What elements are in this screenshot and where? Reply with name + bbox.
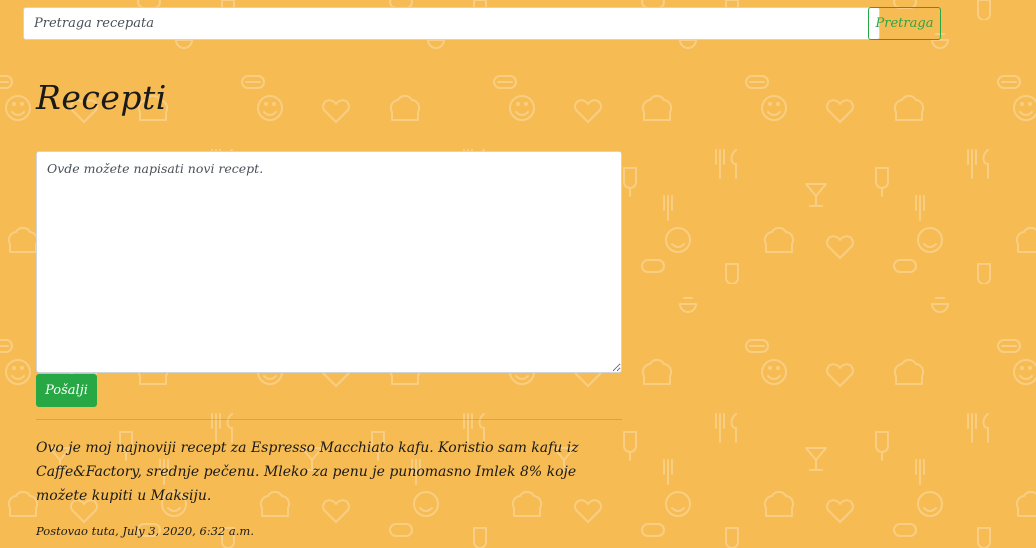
search-bar: Pretraga (23, 7, 941, 40)
divider (36, 419, 622, 420)
search-button[interactable]: Pretraga (868, 7, 941, 40)
post-body: Ovo je moj najnoviji recept za Espresso … (36, 440, 579, 504)
search-input[interactable] (23, 7, 880, 40)
page-title: Recepti (36, 78, 167, 117)
submit-button[interactable]: Pošalji (36, 374, 97, 407)
new-recipe-textarea[interactable] (36, 151, 622, 373)
post-meta: Postovao tuta, July 3, 2020, 6:32 a.m. (36, 524, 254, 538)
